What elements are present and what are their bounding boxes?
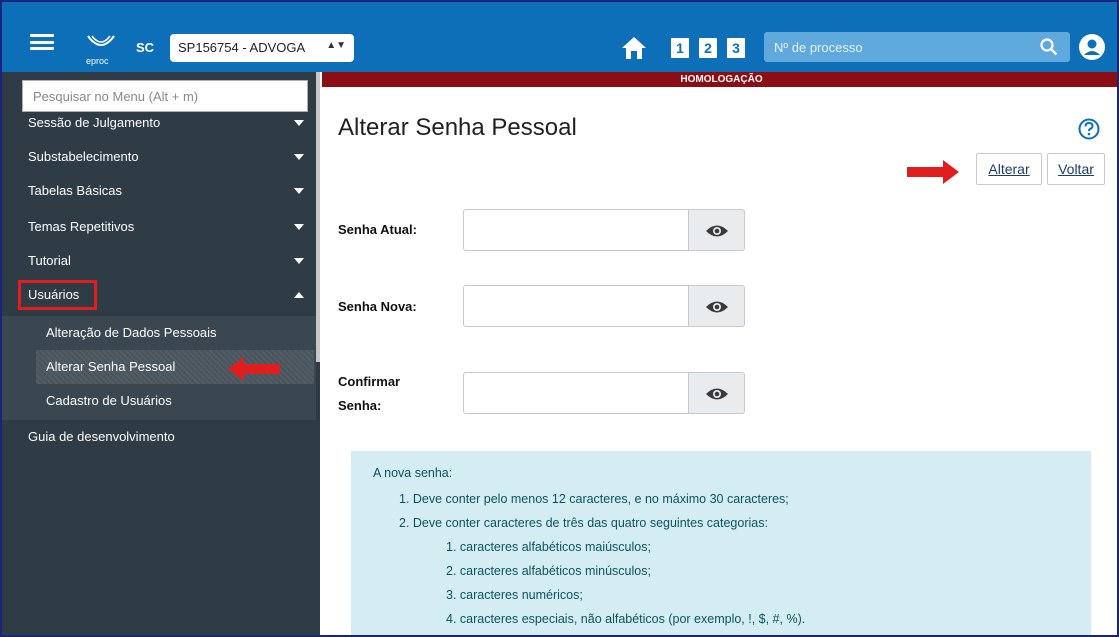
sidebar-item-label: Temas Repetitivos	[28, 219, 135, 234]
organization-select[interactable]: SP156754 - ADVOGA ▲▼	[170, 34, 354, 62]
logo-text: eproc	[86, 56, 109, 66]
new-password-label: Senha Nova:	[338, 299, 417, 314]
eye-icon	[706, 225, 728, 237]
search-icon[interactable]	[1040, 38, 1058, 56]
arrow-annotation	[907, 160, 959, 184]
sidebar: Sessão de Julgamento Substabelecimento T…	[2, 72, 320, 635]
chevron-down-icon	[294, 224, 304, 230]
chevron-down-icon	[294, 188, 304, 194]
user-icon[interactable]	[1078, 33, 1106, 61]
category-item: 1. caracteres alfabéticos maiúsculos;	[446, 540, 651, 554]
degree-1-button[interactable]: 1	[671, 38, 689, 58]
chevron-down-icon	[294, 154, 304, 160]
rule-item: 1. Deve conter pelo menos 12 caracteres,…	[399, 492, 789, 506]
new-password-input[interactable]	[463, 285, 689, 327]
sidebar-scrollbar[interactable]	[316, 72, 320, 362]
sidebar-item-label: Tabelas Básicas	[28, 183, 122, 198]
sidebar-item-tabelas-basicas[interactable]: Tabelas Básicas	[2, 174, 316, 208]
usuarios-highlight-box	[18, 280, 97, 310]
current-password-label: Senha Atual:	[338, 222, 417, 237]
voltar-button[interactable]: Voltar	[1047, 153, 1105, 185]
hamburger-icon[interactable]	[30, 34, 54, 50]
sidebar-subitem-label: Alteração de Dados Pessoais	[46, 325, 217, 340]
show-current-password-button[interactable]	[689, 209, 745, 251]
sidebar-item-substabelecimento[interactable]: Substabelecimento	[2, 140, 316, 174]
help-icon[interactable]	[1078, 118, 1100, 140]
home-icon[interactable]	[621, 36, 647, 60]
current-password-input[interactable]	[463, 209, 689, 251]
confirm-password-label-line2: Senha:	[338, 398, 382, 413]
eye-icon	[706, 388, 728, 400]
degree-2-button[interactable]: 2	[699, 38, 717, 58]
state-label: SC	[136, 40, 155, 55]
chevron-up-icon	[294, 292, 304, 298]
chevron-down-icon	[294, 120, 304, 126]
sidebar-subitem-label: Cadastro de Usuários	[46, 393, 172, 408]
category-item: 4. caracteres especiais, não alfabéticos…	[446, 612, 806, 626]
process-search-input[interactable]	[764, 32, 1034, 62]
sidebar-subitem-cadastro-usuarios[interactable]: Cadastro de Usuários	[2, 384, 316, 418]
sidebar-item-label: Guia de desenvolvimento	[28, 429, 175, 444]
sidebar-item-label: Tutorial	[28, 253, 71, 268]
confirm-password-input[interactable]	[463, 372, 689, 414]
category-item: 3. caracteres numéricos;	[446, 588, 583, 602]
sidebar-item-label: Substabelecimento	[28, 149, 139, 164]
sidebar-item-label: Sessão de Julgamento	[28, 115, 161, 130]
sidebar-item-guia-desenvolvimento[interactable]: Guia de desenvolvimento	[2, 420, 316, 454]
confirm-password-label-line1: Confirmar	[338, 374, 401, 389]
show-new-password-button[interactable]	[689, 285, 745, 327]
sidebar-subitem-alteracao-dados-pessoais[interactable]: Alteração de Dados Pessoais	[2, 316, 316, 350]
eye-icon	[706, 301, 728, 313]
menu-search-input[interactable]	[22, 80, 308, 112]
process-search	[764, 32, 1070, 62]
rule-item: 2. Deve conter caracteres de três das qu…	[399, 516, 768, 530]
rules-heading: A nova senha:	[373, 466, 453, 480]
chevron-down-icon	[294, 258, 304, 264]
app-window: eproc SC SP156754 - ADVOGA ▲▼ 1 2 3 Nº d…	[0, 0, 1119, 637]
organization-select-value: SP156754 - ADVOGA	[178, 40, 306, 55]
password-rules-box: A nova senha: 1. Deve conter pelo menos …	[351, 451, 1091, 635]
select-caret-icon: ▲▼	[326, 40, 346, 51]
sidebar-subitem-label: Alterar Senha Pessoal	[46, 359, 176, 374]
page-title: Alterar Senha Pessoal	[338, 114, 577, 141]
sidebar-item-tutorial[interactable]: Tutorial	[2, 244, 316, 278]
environment-banner: HOMOLOGAÇÃO	[322, 72, 1117, 87]
top-bar: eproc SC SP156754 - ADVOGA ▲▼ 1 2 3	[2, 2, 1117, 72]
alterar-button[interactable]: Alterar	[976, 153, 1042, 185]
category-item: 2. caracteres alfabéticos minúsculos;	[446, 564, 651, 578]
arrow-annotation	[228, 357, 280, 381]
sidebar-item-temas-repetitivos[interactable]: Temas Repetitivos	[2, 210, 316, 244]
degree-3-button[interactable]: 3	[727, 38, 745, 58]
show-confirm-password-button[interactable]	[689, 372, 745, 414]
